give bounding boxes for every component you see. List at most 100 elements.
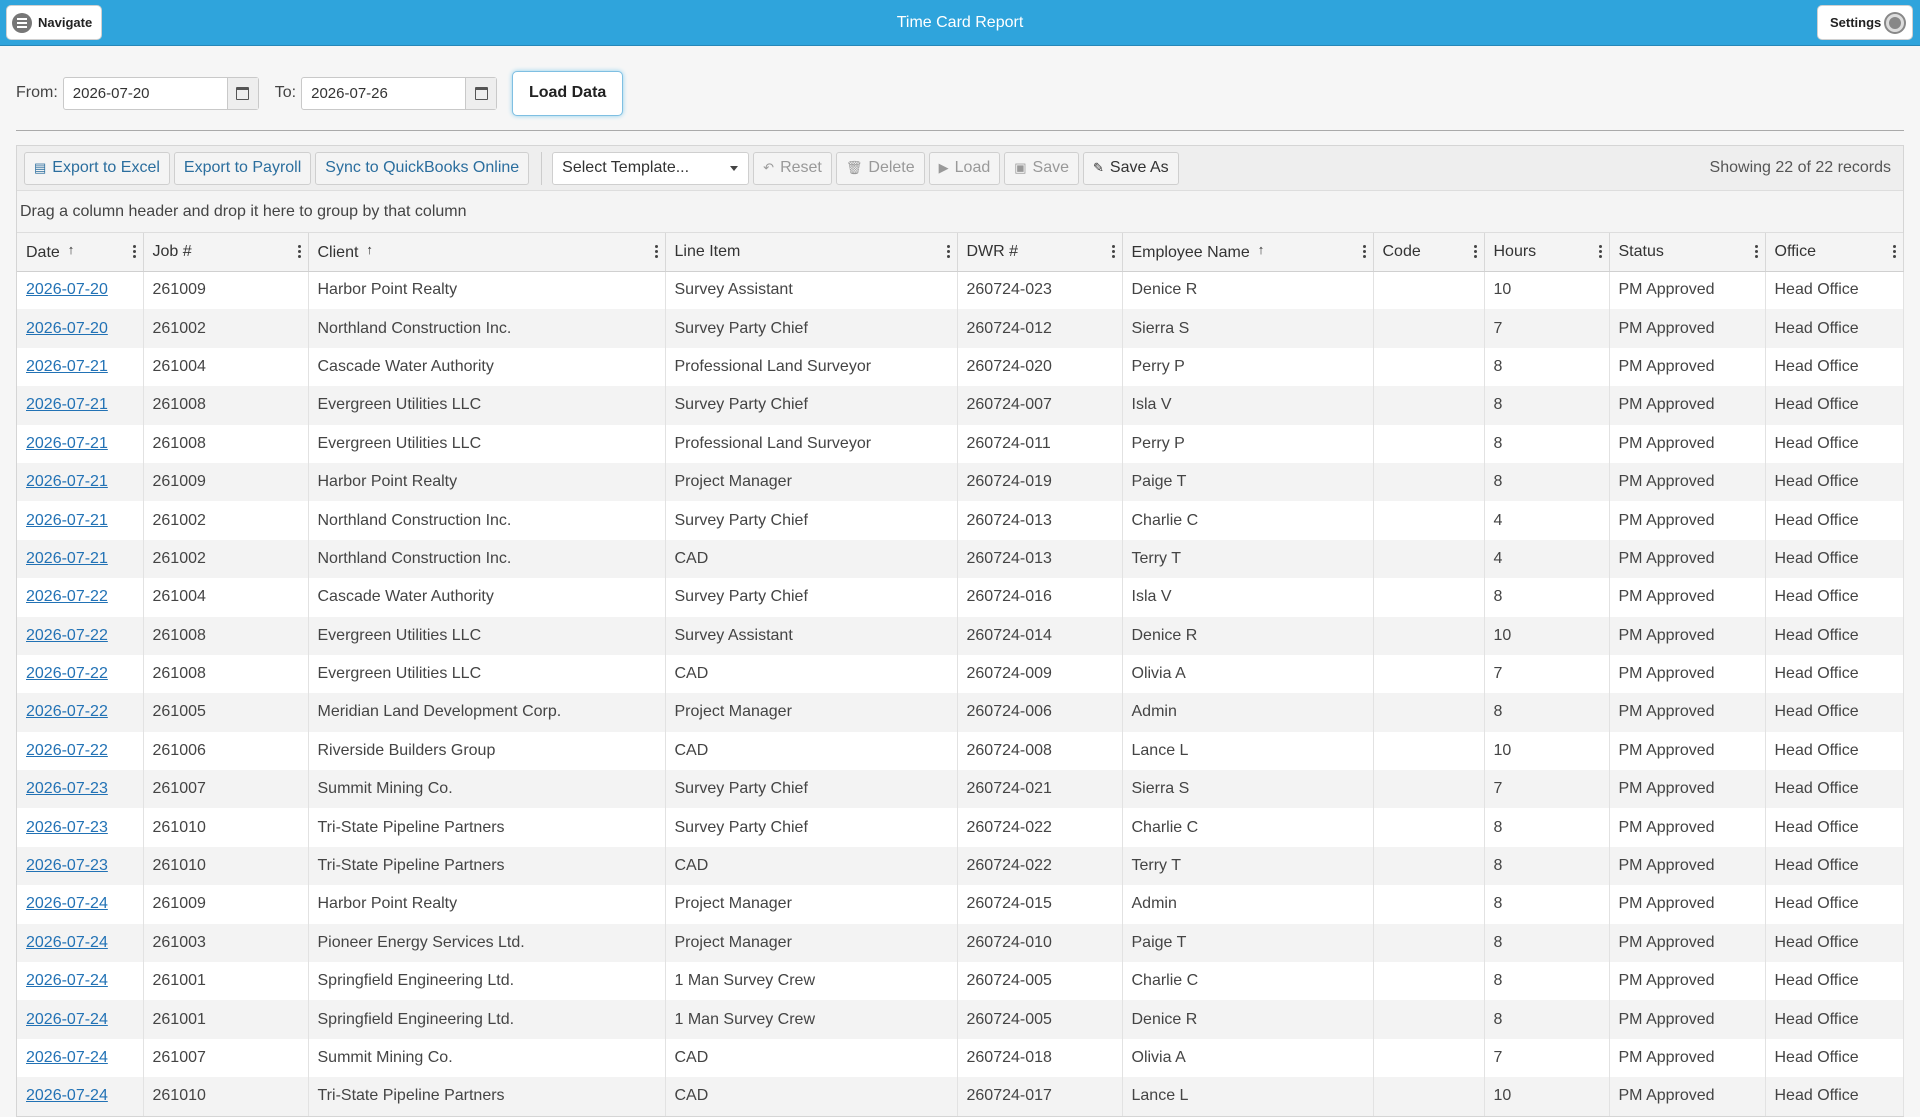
column-header-hours[interactable]: Hours [1484, 233, 1610, 272]
table-row[interactable]: 2026-07-22 261005 Meridian Land Developmen… [17, 693, 1904, 732]
delete-button[interactable]: 🗑 Delete [835, 151, 925, 185]
column-header-employee[interactable]: Employee Name ↑ [1122, 233, 1374, 272]
code-cell [1373, 654, 1485, 694]
group-drop-zone[interactable]: Drag a column header and drop it here to… [17, 191, 1903, 233]
column-menu-icon[interactable] [1598, 245, 1602, 258]
date-cell: 2026-07-21 [17, 386, 144, 425]
column-header-job[interactable]: Job # [143, 233, 309, 272]
column-header-office[interactable]: Office [1765, 233, 1904, 272]
record-count: Showing 22 of 22 records [1709, 159, 1891, 176]
column-header-date[interactable]: Date ↑ [17, 233, 144, 272]
date-cell: 2026-07-23 [17, 808, 144, 847]
client-cell: Evergreen Utilities LLC [308, 424, 666, 463]
employee-cell: Perry P [1122, 347, 1374, 387]
to-date-input[interactable] [302, 77, 466, 109]
column-menu-icon[interactable] [946, 245, 950, 258]
status-cell: PM Approved [1609, 654, 1766, 694]
job-cell: 261001 [143, 1000, 309, 1039]
table-row[interactable]: 2026-07-23 261010 Tri-State Pipeline Partn… [17, 808, 1904, 847]
column-header-code[interactable]: Code [1373, 233, 1485, 272]
employee-cell: Denice R [1122, 616, 1374, 655]
settings-label: Settings [1830, 15, 1882, 30]
column-menu-icon[interactable] [1362, 245, 1366, 258]
table-row[interactable]: 2026-07-20 261009 Harbor Point Realty Surve… [17, 271, 1904, 310]
export-excel-button[interactable]: ▤ Export to Excel [24, 151, 170, 185]
dwr-cell: 260724-015 [957, 885, 1123, 924]
load-data-button[interactable]: Load Data [512, 70, 624, 116]
table-row[interactable]: 2026-07-24 261007 Summit Mining Co. CAD 2607… [17, 1038, 1904, 1078]
column-menu-icon[interactable] [297, 245, 301, 258]
date-link[interactable]: 2026-07-21 [26, 396, 108, 413]
date-link[interactable]: 2026-07-24 [26, 895, 108, 912]
table-row[interactable]: 2026-07-24 261010 Tri-State Pipeline Partn… [17, 1077, 1904, 1116]
date-link[interactable]: 2026-07-24 [26, 1087, 108, 1104]
column-menu-icon[interactable] [1111, 245, 1115, 258]
date-link[interactable]: 2026-07-22 [26, 742, 108, 759]
column-header-line-item[interactable]: Line Item [665, 233, 958, 272]
date-link[interactable]: 2026-07-20 [26, 281, 108, 298]
date-link[interactable]: 2026-07-23 [26, 857, 108, 874]
date-cell: 2026-07-21 [17, 501, 144, 540]
line-item-cell: CAD [665, 1038, 958, 1078]
column-menu-icon[interactable] [1473, 245, 1477, 258]
table-row[interactable]: 2026-07-21 261002 Northland Construction I… [17, 501, 1904, 540]
date-link[interactable]: 2026-07-24 [26, 1011, 108, 1028]
date-link[interactable]: 2026-07-22 [26, 665, 108, 682]
reset-button[interactable]: ↶ Reset [753, 151, 832, 185]
save-as-button[interactable]: ✎ Save As [1083, 151, 1179, 185]
column-header-client[interactable]: Client ↑ [308, 233, 666, 272]
date-link[interactable]: 2026-07-21 [26, 473, 108, 490]
date-link[interactable]: 2026-07-22 [26, 627, 108, 644]
date-link[interactable]: 2026-07-23 [26, 780, 108, 797]
table-row[interactable]: 2026-07-22 261006 Riverside Builders Group… [17, 731, 1904, 771]
table-row[interactable]: 2026-07-20 261002 Northland Construction I… [17, 309, 1904, 348]
table-row[interactable]: 2026-07-21 261008 Evergreen Utilities LLC S… [17, 386, 1904, 425]
column-menu-icon[interactable] [1892, 245, 1896, 258]
column-menu-icon[interactable] [1754, 245, 1758, 258]
template-select[interactable]: Select Template... [552, 151, 750, 185]
column-menu-icon[interactable] [654, 245, 658, 258]
date-link[interactable]: 2026-07-20 [26, 320, 108, 337]
date-link[interactable]: 2026-07-21 [26, 358, 108, 375]
date-link[interactable]: 2026-07-24 [26, 972, 108, 989]
dwr-cell: 260724-007 [957, 386, 1123, 425]
table-row[interactable]: 2026-07-24 261001 Springfield Engineering … [17, 962, 1904, 1001]
table-row[interactable]: 2026-07-21 261008 Evergreen Utilities LLC P… [17, 424, 1904, 463]
status-cell: PM Approved [1609, 347, 1766, 387]
export-payroll-button[interactable]: Export to Payroll [173, 151, 312, 185]
table-row[interactable]: 2026-07-21 261004 Cascade Water Authority P… [17, 347, 1904, 387]
table-row[interactable]: 2026-07-24 261009 Harbor Point Realty Proje… [17, 885, 1904, 924]
table-row[interactable]: 2026-07-21 261009 Harbor Point Realty Proje… [17, 462, 1904, 502]
table-row[interactable]: 2026-07-24 261003 Pioneer Energy Services … [17, 923, 1904, 963]
dwr-cell: 260724-020 [957, 347, 1123, 387]
date-link[interactable]: 2026-07-24 [26, 1049, 108, 1066]
column-title: Code [1382, 242, 1421, 260]
to-calendar-button[interactable] [465, 77, 497, 109]
date-link[interactable]: 2026-07-22 [26, 588, 108, 605]
load-template-button[interactable]: ▶ Load [928, 151, 1001, 185]
save-button[interactable]: ▣ Save [1004, 151, 1079, 185]
date-link[interactable]: 2026-07-21 [26, 435, 108, 452]
date-link[interactable]: 2026-07-21 [26, 512, 108, 529]
table-row[interactable]: 2026-07-22 261008 Evergreen Utilities LLC S… [17, 616, 1904, 655]
from-calendar-button[interactable] [226, 77, 258, 109]
from-date-input[interactable] [63, 77, 227, 109]
column-menu-icon[interactable] [132, 245, 136, 258]
date-link[interactable]: 2026-07-23 [26, 819, 108, 836]
table-row[interactable]: 2026-07-23 261007 Summit Mining Co. Survey … [17, 770, 1904, 809]
office-cell: Head Office [1765, 770, 1904, 809]
column-header-status[interactable]: Status [1609, 233, 1766, 272]
table-row[interactable]: 2026-07-21 261002 Northland Construction I… [17, 539, 1904, 579]
date-link[interactable]: 2026-07-24 [26, 934, 108, 951]
navigate-button[interactable]: Navigate [6, 5, 102, 40]
column-header-dwr[interactable]: DWR # [957, 233, 1123, 272]
date-link[interactable]: 2026-07-22 [26, 703, 108, 720]
table-row[interactable]: 2026-07-22 261008 Evergreen Utilities LLC C… [17, 654, 1904, 694]
table-row[interactable]: 2026-07-23 261010 Tri-State Pipeline Partn… [17, 846, 1904, 886]
table-row[interactable]: 2026-07-22 261004 Cascade Water Authority S… [17, 578, 1904, 617]
settings-button[interactable]: Settings [1817, 5, 1913, 40]
table-row[interactable]: 2026-07-24 261001 Springfield Engineering … [17, 1000, 1904, 1039]
date-link[interactable]: 2026-07-21 [26, 550, 108, 567]
employee-cell: Sierra S [1122, 770, 1374, 809]
sync-quickbooks-button[interactable]: Sync to QuickBooks Online [315, 151, 530, 185]
